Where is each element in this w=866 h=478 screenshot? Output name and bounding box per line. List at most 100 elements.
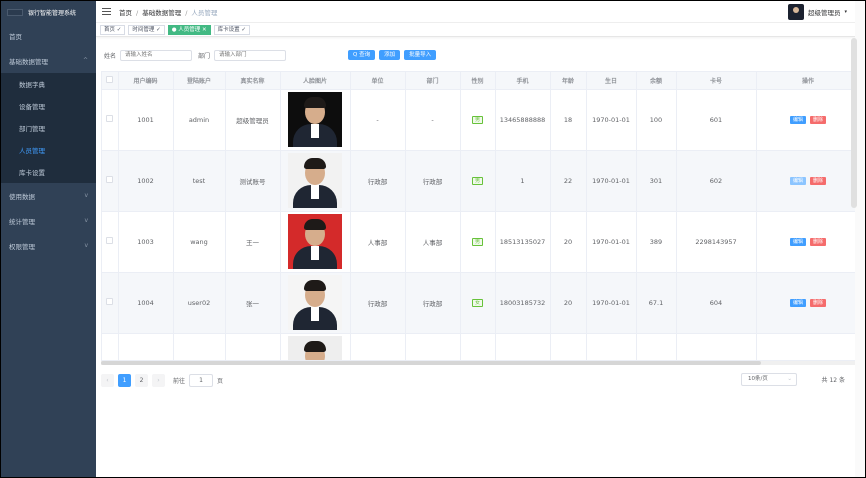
sidebar-item-7[interactable]: 使用数据 v: [1, 183, 96, 208]
row-checkbox[interactable]: [106, 237, 114, 244]
cell-balance: 301: [636, 150, 677, 212]
row-select-cell: [102, 150, 119, 212]
sex-cell: 男: [460, 211, 496, 273]
sex-tag: 男: [471, 116, 483, 124]
sex-cell: 男: [460, 150, 496, 212]
page-1-button[interactable]: 1: [118, 373, 131, 387]
delete-button[interactable]: 删除: [810, 177, 827, 185]
page-size-select[interactable]: 10条/页 ⌄: [741, 373, 797, 386]
cell-card: 601: [676, 89, 757, 151]
column-header: 手机: [495, 72, 551, 90]
sidebar-item-9[interactable]: 权限管理 v: [1, 233, 96, 258]
query-button[interactable]: Q 查询: [348, 50, 376, 60]
user-name[interactable]: 超级管理员: [808, 7, 841, 17]
tag-2[interactable]: ● 人员管理 ✕: [167, 24, 211, 35]
horizontal-scrollbar[interactable]: [101, 361, 859, 365]
edit-button[interactable]: 编辑: [789, 116, 806, 124]
hamburger-icon[interactable]: [102, 8, 111, 15]
page-2-button[interactable]: 2: [135, 373, 148, 387]
navbar: 首页 / 基础数据管理 / 人员管理 超级管理员 ▾: [96, 1, 865, 23]
sidebar-item-6[interactable]: 库卡设置: [1, 161, 96, 183]
face-photo-cell: [280, 211, 351, 273]
edit-button[interactable]: 编辑: [789, 177, 806, 185]
table-row: 1001 admin 超级管理员 - - 男 13465888888 18 1970-01-01…: [102, 89, 858, 151]
sidebar-item-3[interactable]: 设备管理: [1, 95, 96, 117]
breadcrumb-item-home[interactable]: 首页: [119, 9, 132, 17]
operations-cell: 编辑 删除: [756, 89, 858, 151]
window-scrollbar-thumb[interactable]: [851, 38, 857, 208]
operations-cell: 编辑 删除: [756, 150, 858, 212]
cell-balance: 100: [636, 89, 677, 151]
name-input[interactable]: [120, 49, 193, 61]
breadcrumb-separator: /: [185, 8, 188, 17]
cell-phone: 1: [495, 150, 551, 212]
sidebar-item-0[interactable]: 首页: [1, 23, 96, 48]
cell-account: [173, 333, 226, 360]
row-checkbox[interactable]: [106, 176, 114, 183]
sidebar-item-label: 数据字典: [19, 81, 45, 89]
sidebar-item-label: 人员管理: [19, 147, 45, 155]
tag-3[interactable]: 库卡设置 ✓: [213, 24, 250, 35]
sex-cell: 男: [460, 89, 496, 151]
edit-button[interactable]: 编辑: [789, 299, 806, 307]
sidebar-item-1[interactable]: 基础数据管理 ^: [1, 48, 96, 73]
tag-1[interactable]: 时间管理 ✓: [128, 24, 165, 35]
goto-input[interactable]: 1: [189, 373, 214, 387]
cell-birthday: 1970-01-01: [586, 150, 637, 212]
sidebar-item-2[interactable]: 数据字典: [1, 73, 96, 95]
user-menu[interactable]: 超级管理员 ▾: [787, 4, 847, 20]
cell-code: 1003: [118, 211, 174, 273]
row-checkbox[interactable]: [106, 115, 114, 122]
cell-phone: 18003185732: [495, 272, 551, 334]
cell-birthday: 1970-01-01: [586, 272, 637, 334]
sidebar-item-5[interactable]: 人员管理: [1, 139, 96, 161]
breadcrumb-item-basic[interactable]: 基础数据管理: [142, 9, 181, 17]
dept-input[interactable]: [214, 49, 287, 61]
avatar[interactable]: [787, 4, 804, 20]
row-checkbox[interactable]: [106, 298, 114, 305]
page-unit-label: 页: [217, 377, 224, 385]
delete-button[interactable]: 删除: [810, 116, 827, 124]
table-row: [102, 333, 858, 360]
caret-down-icon[interactable]: ▾: [844, 9, 847, 15]
face-photo: [288, 214, 342, 269]
chevron-down-icon: v: [84, 217, 88, 224]
breadcrumb-separator: /: [136, 8, 139, 17]
edit-button[interactable]: 编辑: [789, 238, 806, 246]
column-header: 人脸图片: [280, 72, 351, 90]
sidebar-item-label: 库卡设置: [19, 169, 45, 177]
sidebar-item-8[interactable]: 统计管理 v: [1, 208, 96, 233]
chevron-down-icon: v: [84, 192, 88, 199]
cell-account: admin: [173, 89, 226, 151]
sex-cell: 女: [460, 272, 496, 334]
cell-account: test: [173, 150, 226, 212]
select-all-checkbox[interactable]: [106, 75, 114, 83]
cell-birthday: 1970-01-01: [586, 211, 637, 273]
import-button[interactable]: 批量导入: [404, 50, 437, 60]
add-button[interactable]: 添加: [379, 50, 401, 60]
face-photo: [288, 275, 342, 330]
cell-dept: 人事部: [405, 211, 461, 273]
tag-0[interactable]: 首页 ✓: [100, 24, 126, 35]
face-photo-cell: [280, 333, 351, 360]
sex-cell: [460, 333, 496, 360]
cell-card: 602: [676, 150, 757, 212]
select-all-cell: [102, 72, 119, 90]
table-row: 1004 user02 张一 行政部 行政部 女 18003185732 20 1970-01-…: [102, 272, 858, 334]
cell-phone: 13465888888: [495, 89, 551, 151]
column-header: 性别: [460, 72, 496, 90]
page-size-value: 10条/页: [748, 376, 768, 382]
column-header: 年龄: [550, 72, 587, 90]
search-bar: 姓名 部门 Q 查询 添加 批量导入: [96, 45, 865, 65]
cell-balance: 389: [636, 211, 677, 273]
sidebar-item-4[interactable]: 部门管理: [1, 117, 96, 139]
delete-button[interactable]: 删除: [810, 299, 827, 307]
prev-page-button[interactable]: ‹: [101, 373, 114, 387]
delete-button[interactable]: 删除: [810, 238, 827, 246]
main-area: 首页 / 基础数据管理 / 人员管理 超级管理员 ▾ 首页 ✓ 时间管理 ✓ ● 人员管理 …: [96, 1, 865, 477]
cell-name: 测试账号: [225, 150, 281, 212]
next-page-button[interactable]: ›: [152, 373, 165, 387]
scrollbar-thumb[interactable]: [101, 361, 761, 365]
cell-code: 1002: [118, 150, 174, 212]
app-title: 银行智能管理系统: [28, 9, 77, 17]
